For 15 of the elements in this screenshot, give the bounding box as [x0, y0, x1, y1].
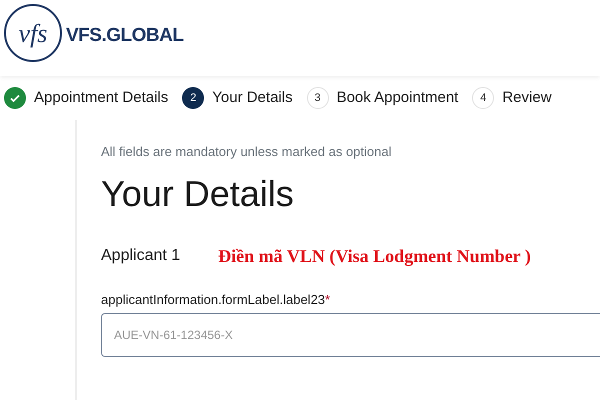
- field-label: applicantInformation.formLabel.label23*: [101, 290, 332, 309]
- step-label: Book Appointment: [336, 88, 458, 108]
- step-label: Review: [502, 88, 552, 108]
- section-title: Applicant 1: [101, 246, 180, 266]
- vfs-logo-mark: vfs: [4, 4, 62, 62]
- step-number: 4: [472, 87, 494, 109]
- form-note: All fields are mandatory unless marked as optional: [101, 143, 392, 161]
- step-label: Appointment Details: [34, 88, 168, 108]
- step-label: Your Details: [212, 88, 293, 108]
- annotation-text: Điền mã VLN (Visa Lodgment Number ): [218, 244, 531, 268]
- logo-text: VFS.GLOBAL: [66, 24, 184, 48]
- page-title: Your Details: [101, 172, 295, 215]
- step-number: 2: [182, 87, 204, 109]
- step-number: 3: [306, 87, 329, 109]
- vln-input-field[interactable]: AUE-VN-61-123456-X: [101, 313, 600, 358]
